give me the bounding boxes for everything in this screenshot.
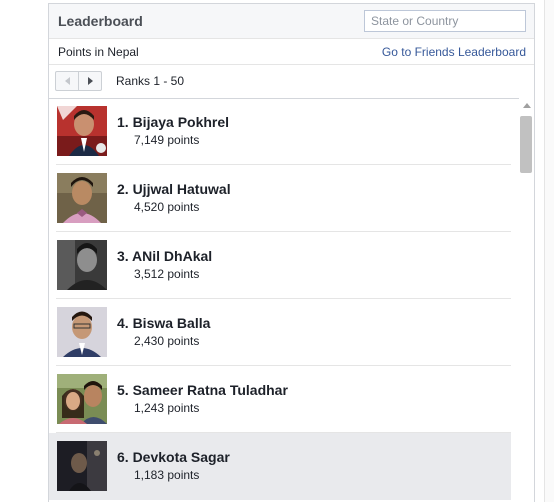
leaderboard-row[interactable]: 4. Biswa Balla 2,430 points: [49, 299, 511, 366]
leaderboard-header: Leaderboard: [49, 4, 534, 39]
avatar[interactable]: [57, 374, 107, 424]
leaderboard-panel: Leaderboard Points in Nepal Go to Friend…: [48, 3, 535, 503]
avatar[interactable]: [57, 441, 107, 491]
rank-name[interactable]: 4. Biswa Balla: [117, 315, 210, 331]
rank-name[interactable]: 2. Ujjwal Hatuwal: [117, 181, 231, 197]
avatar[interactable]: [57, 173, 107, 223]
points-value: 7,149 points: [134, 133, 200, 147]
leaderboard-row[interactable]: 2. Ujjwal Hatuwal 4,520 points: [49, 165, 511, 232]
leaderboard-list: 1. Bijaya Pokhrel 7,149 points 2. Ujjwal…: [49, 98, 511, 503]
leaderboard-row[interactable]: 6. Devkota Sagar 1,183 points: [49, 433, 511, 500]
rank-name[interactable]: 5. Sameer Ratna Tuladhar: [117, 382, 288, 398]
points-value: 2,430 points: [134, 334, 200, 348]
chevron-right-icon: [87, 77, 93, 85]
page-right-edge: [544, 0, 554, 502]
leaderboard-row[interactable]: 1. Bijaya Pokhrel 7,149 points: [49, 98, 511, 165]
avatar[interactable]: [57, 240, 107, 290]
friends-leaderboard-link[interactable]: Go to Friends Leaderboard: [382, 45, 526, 59]
points-value: 3,512 points: [134, 267, 200, 281]
rank-name[interactable]: 6. Devkota Sagar: [117, 449, 230, 465]
leaderboard-subheader: Points in Nepal Go to Friends Leaderboar…: [49, 39, 534, 65]
prev-page-button[interactable]: [55, 71, 79, 91]
points-scope-label: Points in Nepal: [58, 45, 139, 59]
ranks-range-label: Ranks 1 - 50: [116, 74, 185, 88]
leaderboard-title: Leaderboard: [58, 13, 143, 29]
state-country-search-input[interactable]: [364, 10, 526, 32]
list-scrollbar[interactable]: [519, 98, 534, 503]
avatar[interactable]: [57, 106, 107, 156]
chevron-left-icon: [64, 77, 70, 85]
rank-name[interactable]: 3. ANil DhAkal: [117, 248, 212, 264]
avatar[interactable]: [57, 307, 107, 357]
points-value: 1,183 points: [134, 468, 200, 482]
arrow-up-icon[interactable]: [523, 103, 531, 108]
points-value: 1,243 points: [134, 401, 200, 415]
scrollbar-thumb[interactable]: [520, 116, 532, 173]
pager-bar: Ranks 1 - 50: [49, 65, 534, 99]
next-page-button[interactable]: [78, 71, 102, 91]
leaderboard-row[interactable]: 5. Sameer Ratna Tuladhar 1,243 points: [49, 366, 511, 433]
leaderboard-row[interactable]: 3. ANil DhAkal 3,512 points: [49, 232, 511, 299]
rank-name[interactable]: 1. Bijaya Pokhrel: [117, 114, 229, 130]
points-value: 4,520 points: [134, 200, 200, 214]
